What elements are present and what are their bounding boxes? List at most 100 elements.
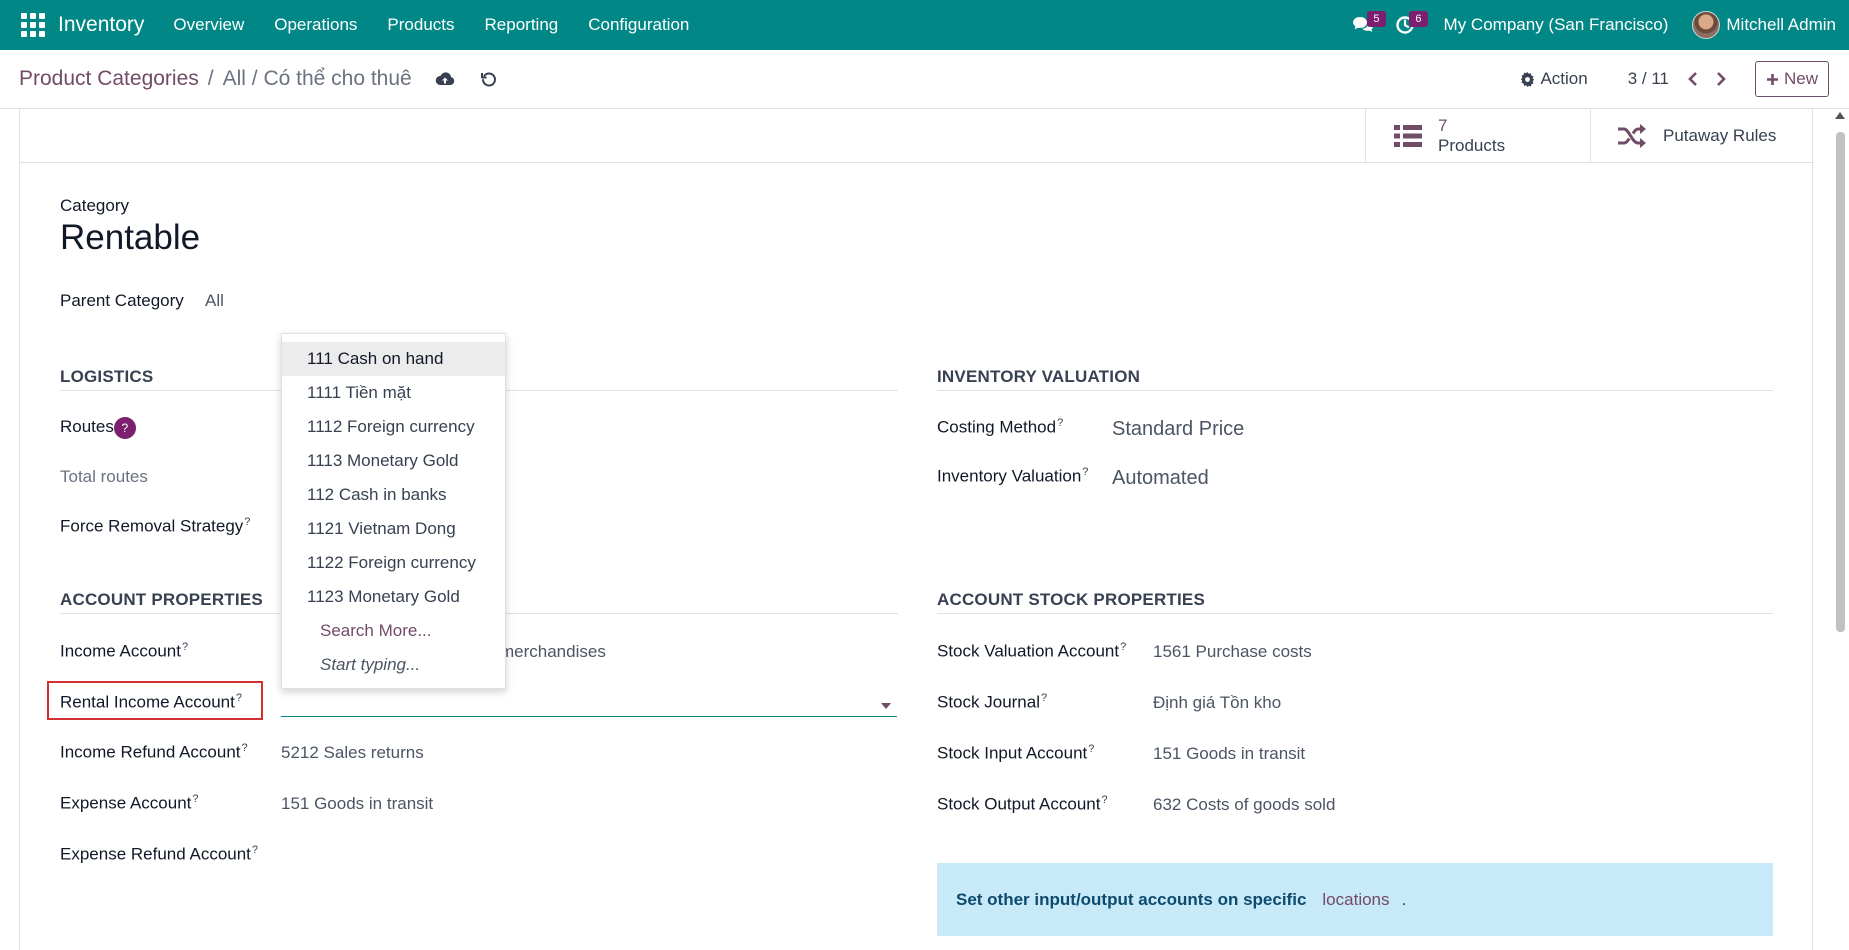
menu-configuration[interactable]: Configuration [573, 15, 704, 35]
menu-overview[interactable]: Overview [158, 15, 259, 35]
dropdown-option[interactable]: 1113 Monetary Gold [282, 444, 505, 478]
help-tooltip-icon[interactable]: ? [1082, 466, 1088, 478]
messages-button[interactable]: 5 [1342, 5, 1386, 45]
inventory-valuation-section-title: INVENTORY VALUATION [937, 367, 1141, 386]
stock-output-label: Stock Output Account? [937, 794, 1108, 815]
save-button[interactable] [428, 62, 462, 96]
parent-category-label: Parent Category [60, 291, 184, 310]
products-count: 7 [1438, 116, 1448, 135]
alert-text: Set other input/output accounts on speci… [956, 889, 1307, 909]
undo-icon [480, 72, 496, 87]
top-navbar: Inventory Overview Operations Products R… [0, 0, 1849, 50]
income-refund-label-text: Income Refund Account [60, 742, 241, 762]
apps-menu-icon[interactable] [18, 10, 48, 40]
products-smart-button[interactable]: 7 Products [1365, 109, 1590, 163]
stock-input-field[interactable]: 151 Goods in transit [1153, 744, 1305, 764]
pager-next-button[interactable] [1707, 64, 1735, 94]
locations-link[interactable]: locations [1322, 890, 1389, 910]
action-label: Action [1540, 69, 1588, 88]
locations-info-alert: Set other input/output accounts on speci… [937, 863, 1773, 936]
expense-account-field[interactable]: 151 Goods in transit [281, 794, 433, 814]
question-circle-icon[interactable]: ? [113, 417, 136, 439]
dropdown-option[interactable]: 112 Cash in banks [282, 478, 505, 512]
gear-icon [1521, 71, 1535, 87]
stock-valuation-label: Stock Valuation Account? [937, 641, 1126, 662]
routes-label: Routes? [60, 417, 136, 439]
dropdown-option[interactable]: 111 Cash on hand [282, 342, 505, 376]
account-properties-section-title: ACCOUNT PROPERTIES [60, 590, 263, 609]
list-icon [1394, 125, 1422, 147]
stock-output-field[interactable]: 632 Costs of goods sold [1153, 795, 1335, 815]
costing-method-label-text: Costing Method [937, 417, 1057, 437]
cloud-upload-icon [435, 72, 454, 85]
pager-value[interactable]: 3 / 11 [1628, 69, 1669, 89]
category-name-field[interactable]: Rentable [60, 218, 200, 258]
shuffle-icon [1618, 124, 1646, 148]
help-tooltip-icon[interactable]: ? [1088, 743, 1094, 755]
products-label: Products [1438, 136, 1506, 155]
menu-products[interactable]: Products [372, 15, 469, 35]
smart-button-box: 7 Products Putaway Rules [20, 109, 1814, 163]
scrollbar-thumb[interactable] [1836, 132, 1845, 632]
help-tooltip-icon[interactable]: ? [242, 742, 248, 754]
scroll-up-arrow-icon[interactable] [1835, 112, 1845, 119]
user-name: Mitchell Admin [1726, 15, 1836, 34]
help-tooltip-icon[interactable]: ? [244, 516, 250, 528]
app-brand[interactable]: Inventory [58, 13, 144, 37]
discard-button[interactable] [472, 62, 506, 96]
inventory-valuation-field[interactable]: Automated [1112, 467, 1209, 490]
account-autocomplete-dropdown: 111 Cash on hand 1111 Tiền mặt 1112 Fore… [281, 333, 506, 689]
plus-icon [1766, 73, 1778, 85]
stock-valuation-field[interactable]: 1561 Purchase costs [1153, 642, 1312, 662]
main-menu: Overview Operations Products Reporting C… [158, 15, 704, 35]
action-button[interactable]: Action [1520, 69, 1588, 89]
stock-input-label: Stock Input Account? [937, 743, 1094, 764]
dropdown-option[interactable]: 1122 Foreign currency [282, 546, 505, 580]
income-account-field[interactable]: merchandises [500, 642, 606, 662]
costing-method-label: Costing Method? [937, 417, 1063, 438]
help-tooltip-icon[interactable]: ? [1120, 641, 1126, 653]
help-tooltip-icon[interactable]: ? [192, 793, 198, 805]
help-tooltip-icon[interactable]: ? [236, 692, 242, 704]
activities-button[interactable]: 6 [1384, 5, 1428, 45]
breadcrumb-separator: / [207, 67, 214, 90]
rental-income-input[interactable] [281, 687, 897, 717]
chevron-right-icon [1717, 72, 1726, 86]
income-account-label-text: Income Account [60, 641, 181, 661]
parent-category-field[interactable]: All [205, 291, 224, 311]
expense-account-label-text: Expense Account [60, 793, 192, 813]
help-tooltip-icon[interactable]: ? [1057, 417, 1063, 429]
force-removal-label-text: Force Removal Strategy [60, 516, 244, 536]
company-switcher[interactable]: My Company (San Francisco) [1444, 15, 1669, 35]
costing-method-field[interactable]: Standard Price [1112, 418, 1244, 441]
inventory-valuation-divider [937, 390, 1773, 391]
breadcrumb-current: All / Có thể cho thuê [222, 67, 412, 90]
putaway-rules-smart-button[interactable]: Putaway Rules [1590, 109, 1814, 163]
help-tooltip-icon[interactable]: ? [1041, 692, 1047, 704]
breadcrumb: Product Categories / All / Có thể cho th… [19, 67, 412, 91]
force-removal-label: Force Removal Strategy? [60, 516, 250, 537]
search-more-option[interactable]: Search More... [282, 614, 505, 648]
menu-operations[interactable]: Operations [259, 15, 372, 35]
activities-badge: 6 [1409, 11, 1428, 27]
dropdown-option[interactable]: 1111 Tiền mặt [282, 376, 505, 410]
pager-previous-button[interactable] [1679, 64, 1707, 94]
stock-journal-field[interactable]: Định giá Tồn kho [1153, 693, 1281, 713]
user-menu[interactable]: Mitchell Admin [1692, 11, 1836, 39]
total-routes-label: Total routes [60, 467, 148, 486]
dropdown-option[interactable]: 1112 Foreign currency [282, 410, 505, 444]
dropdown-caret-icon[interactable] [881, 703, 891, 709]
help-tooltip-icon[interactable]: ? [252, 844, 258, 856]
breadcrumb-product-categories[interactable]: Product Categories [19, 67, 199, 91]
stock-input-label-text: Stock Input Account [937, 743, 1088, 763]
income-refund-field[interactable]: 5212 Sales returns [281, 743, 424, 763]
avatar [1692, 11, 1721, 39]
account-stock-properties-section-title: ACCOUNT STOCK PROPERTIES [937, 590, 1206, 609]
new-button[interactable]: New [1754, 61, 1829, 97]
dropdown-option[interactable]: 1123 Monetary Gold [282, 580, 505, 614]
help-tooltip-icon[interactable]: ? [1101, 794, 1107, 806]
help-tooltip-icon[interactable]: ? [182, 641, 188, 653]
dropdown-option[interactable]: 1121 Vietnam Dong [282, 512, 505, 546]
menu-reporting[interactable]: Reporting [470, 15, 574, 35]
new-label: New [1783, 69, 1818, 88]
